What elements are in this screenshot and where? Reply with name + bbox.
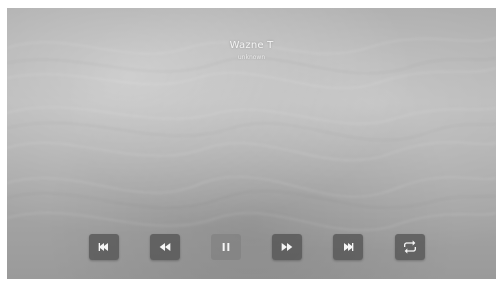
fast-forward-icon: [279, 239, 295, 255]
track-title: Wazne T: [229, 40, 274, 51]
previous-button[interactable]: [89, 234, 119, 260]
repeat-button[interactable]: [395, 234, 425, 260]
next-button[interactable]: [333, 234, 363, 260]
pause-button[interactable]: [211, 234, 241, 260]
playback-controls: [7, 234, 496, 260]
media-player-screen: Wazne T unknown: [7, 8, 496, 279]
repeat-icon: [402, 239, 418, 255]
rewind-button[interactable]: [150, 234, 180, 260]
track-subtitle: unknown: [237, 54, 266, 61]
pause-icon: [218, 239, 234, 255]
skip-previous-icon: [96, 239, 112, 255]
rewind-icon: [157, 239, 173, 255]
fast-forward-button[interactable]: [272, 234, 302, 260]
now-playing: Wazne T unknown: [7, 40, 496, 62]
skip-next-icon: [340, 239, 356, 255]
